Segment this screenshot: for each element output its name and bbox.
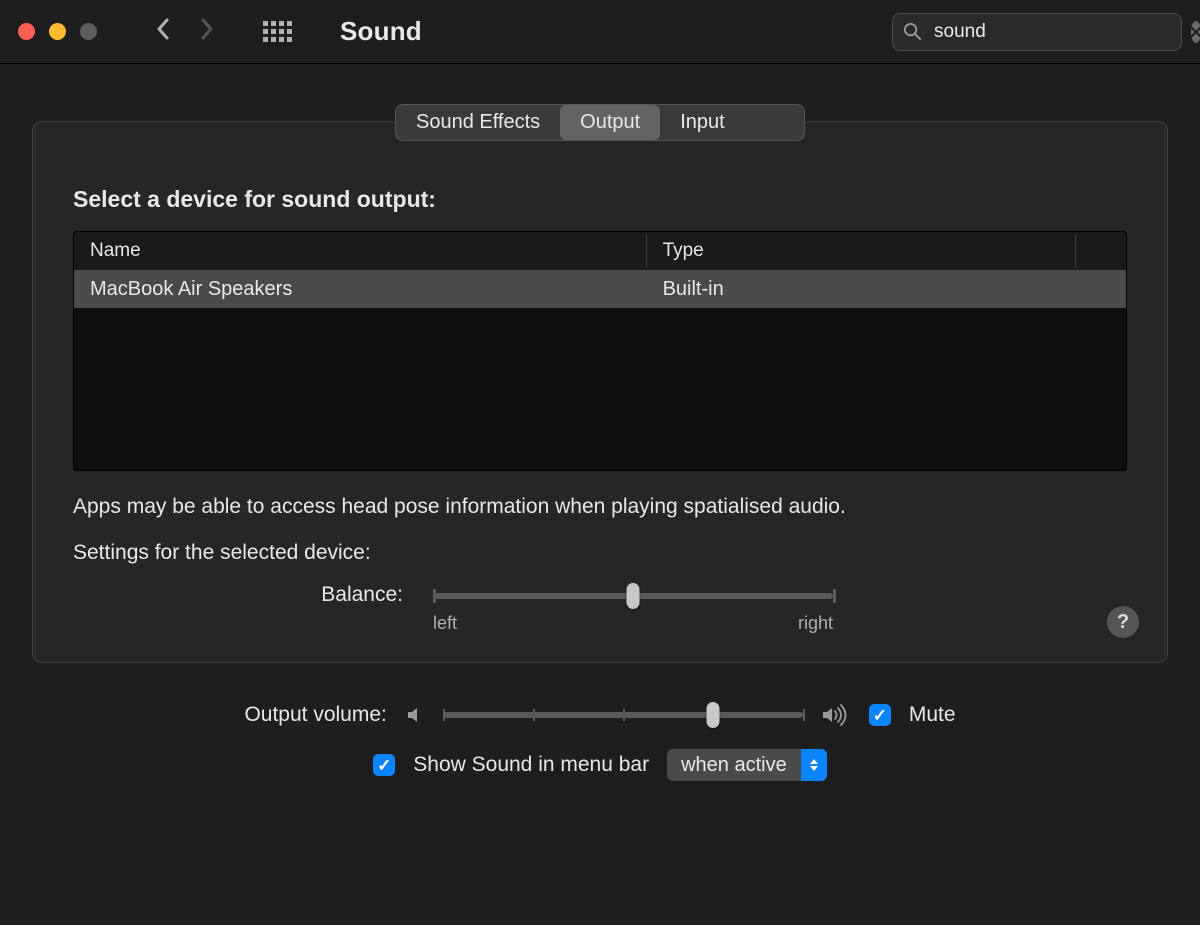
spatial-audio-note: Apps may be able to access head pose inf… (73, 495, 1127, 519)
sound-tabs: Sound Effects Output Input (395, 104, 805, 141)
output-device-table: Name Type MacBook Air Speakers Built-in (73, 231, 1127, 471)
tab-input[interactable]: Input (660, 105, 744, 140)
menu-bar-row: Show Sound in menu bar when active (373, 749, 826, 781)
device-type: Built-in (647, 274, 1076, 305)
volume-min-icon (405, 705, 425, 725)
table-body: MacBook Air Speakers Built-in (74, 270, 1126, 470)
toolbar: Sound (0, 0, 1200, 64)
search-field[interactable] (892, 13, 1182, 51)
table-row[interactable]: MacBook Air Speakers Built-in (74, 270, 1126, 308)
table-header: Name Type (74, 232, 1126, 270)
balance-left-label: left (433, 613, 457, 634)
output-panel: Select a device for sound output: Name T… (32, 121, 1168, 663)
show-all-prefs-button[interactable] (263, 21, 292, 42)
window-minimize-button[interactable] (49, 23, 66, 40)
output-volume-slider-thumb[interactable] (706, 702, 719, 728)
mute-checkbox[interactable] (869, 704, 891, 726)
page-title: Sound (340, 16, 422, 47)
device-name: MacBook Air Speakers (74, 274, 647, 305)
menu-bar-mode-value: when active (667, 754, 801, 777)
nav-forward-button[interactable] (199, 17, 215, 46)
volume-max-icon (821, 704, 851, 726)
nav-back-button[interactable] (155, 17, 171, 46)
mute-label: Mute (909, 703, 956, 727)
footer: Output volume: (32, 703, 1168, 781)
window-zoom-button[interactable] (80, 23, 97, 40)
nav-arrows (155, 17, 215, 46)
col-name[interactable]: Name (74, 234, 647, 268)
balance-row: Balance: left right (73, 583, 1127, 634)
stepper-arrows-icon (801, 749, 827, 781)
selected-device-settings-heading: Settings for the selected device: (73, 541, 1127, 565)
search-input[interactable] (932, 20, 1181, 44)
balance-slider-thumb[interactable] (627, 583, 640, 609)
balance-slider[interactable]: left right (433, 583, 833, 634)
window-close-button[interactable] (18, 23, 35, 40)
col-spacer (1076, 245, 1126, 257)
output-volume-slider[interactable] (443, 712, 803, 718)
show-sound-menubar-checkbox[interactable] (373, 754, 395, 776)
output-volume-row: Output volume: (244, 703, 955, 727)
balance-label: Balance: (73, 583, 433, 607)
window-controls (18, 23, 97, 40)
output-volume-label: Output volume: (244, 703, 386, 727)
col-type[interactable]: Type (647, 234, 1076, 268)
content: Sound Effects Output Input Select a devi… (0, 64, 1200, 801)
search-clear-button[interactable] (1191, 21, 1200, 43)
close-icon (1191, 27, 1200, 37)
help-button[interactable]: ? (1107, 606, 1139, 638)
menu-bar-mode-select[interactable]: when active (667, 749, 827, 781)
output-device-heading: Select a device for sound output: (73, 186, 1127, 213)
grid-icon (263, 21, 292, 42)
tab-output[interactable]: Output (560, 105, 660, 140)
search-icon (903, 22, 922, 41)
balance-right-label: right (798, 613, 833, 634)
show-sound-menubar-label: Show Sound in menu bar (413, 753, 649, 777)
tab-sound-effects[interactable]: Sound Effects (396, 105, 560, 140)
